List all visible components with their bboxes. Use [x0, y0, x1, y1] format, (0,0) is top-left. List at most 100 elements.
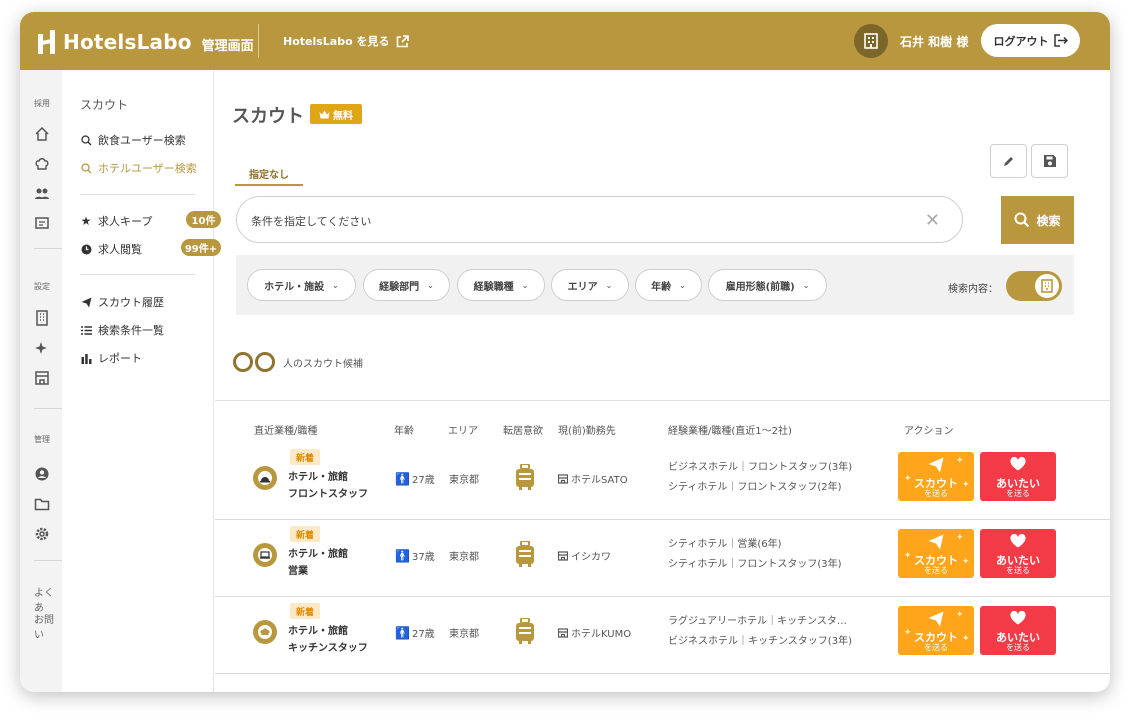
pencil-icon	[1004, 156, 1013, 166]
send-aitai-button[interactable]: あいたい を送る	[980, 606, 1056, 655]
send-aitai-button[interactable]: あいたい を送る	[980, 452, 1056, 501]
message-icon[interactable]	[34, 216, 50, 232]
count-digit-placeholder	[255, 352, 275, 372]
industry-label: ホテル・旅館	[288, 472, 348, 483]
search-content-toggle[interactable]	[1006, 271, 1062, 301]
nav-saved-searches[interactable]: 検索条件一覧	[80, 322, 164, 338]
search-icon	[80, 134, 92, 146]
experience-line: シティホテル｜フロントスタッフ(3年)	[668, 559, 842, 570]
column-header-age: 年齢	[394, 426, 414, 437]
role-label: フロントスタッフ	[288, 489, 368, 500]
store-icon[interactable]	[34, 370, 50, 386]
nav-job-views[interactable]: 求人閲覧	[80, 241, 142, 257]
filter-employment-type[interactable]: 雇用形態(前職) ⌄	[708, 269, 827, 301]
home-icon[interactable]	[34, 126, 50, 142]
role-label: キッチンスタッフ	[288, 643, 368, 654]
send-scout-button[interactable]: ✦ ✦ ✦ スカウト を送る	[898, 606, 974, 655]
experience: ビジネスホテル｜フロントスタッフ(3年) シティホテル｜フロントスタッフ(2年)	[668, 458, 852, 498]
laptop-icon	[253, 543, 277, 567]
aitai-sub-label: を送る	[1006, 566, 1030, 575]
shop-icon	[558, 473, 568, 484]
filter-job-type[interactable]: 経験職種 ⌄	[457, 269, 545, 301]
search-input[interactable]: 条件を指定してください ✕	[236, 196, 963, 243]
user-name: 石井 和樹 様	[900, 35, 969, 49]
rail-contact[interactable]: お問い	[34, 611, 62, 641]
filter-area[interactable]: エリア ⌄	[551, 269, 629, 301]
page-title: スカウト	[232, 106, 304, 127]
nav-job-keep[interactable]: ★ 求人キープ	[80, 213, 153, 229]
filter-age[interactable]: 年齢 ⌄	[635, 269, 702, 301]
users-icon[interactable]	[34, 186, 50, 202]
scout-sub-label: を送る	[924, 566, 948, 575]
building-icon	[1041, 279, 1053, 293]
nav-scout-history[interactable]: スカウト履歴	[80, 294, 164, 310]
company-avatar[interactable]	[854, 24, 888, 58]
column-header-workplace: 現(前)勤務先	[558, 426, 616, 437]
filter-label: 経験職種	[473, 281, 514, 293]
rail-section-settings: 設定	[34, 282, 50, 291]
chef-hat-icon[interactable]	[34, 156, 50, 172]
send-scout-button[interactable]: ✦ ✦ ✦ スカウト を送る	[898, 452, 974, 501]
filter-panel: ホテル・施設 ⌄ 経験部門 ⌄ 経験職種 ⌄ エリア ⌄ 年齢 ⌄ 雇用形態(前職) ⌄ 検…	[236, 255, 1074, 315]
view-site-link[interactable]: HotelsLabo を見る	[283, 33, 409, 49]
front-desk-bell-icon	[253, 466, 277, 490]
nav-search-food-users[interactable]: 飲食ユーザー検索	[80, 132, 186, 148]
rail-faq[interactable]: よくあ	[34, 584, 62, 614]
edit-button[interactable]	[990, 144, 1027, 178]
search-button[interactable]: 検索	[1001, 196, 1074, 244]
chevron-down-icon: ⌄	[332, 280, 339, 290]
top-bar: HotelsLabo 管理画面 HotelsLabo を見る 石井 和樹 様 ロ…	[20, 12, 1110, 70]
send-scout-button[interactable]: ✦ ✦ ✦ スカウト を送る	[898, 529, 974, 578]
recent-industry: ホテル・旅館 営業	[288, 546, 348, 580]
area: 東京都	[449, 475, 479, 486]
account-icon[interactable]	[34, 466, 50, 482]
send-aitai-button[interactable]: あいたい を送る	[980, 529, 1056, 578]
subnav-title: スカウト	[80, 98, 129, 112]
paper-plane-icon	[928, 534, 944, 550]
filter-hotel-facility[interactable]: ホテル・施設 ⌄	[247, 269, 356, 301]
filter-label: ホテル・施設	[264, 281, 325, 293]
nav-report[interactable]: レポート	[80, 350, 142, 366]
toggle-knob	[1035, 274, 1059, 298]
candidate-count-label: 人のスカウト候補	[283, 358, 363, 370]
age: 🚹 27歳	[395, 471, 435, 487]
person-icon: 🚹	[395, 548, 410, 563]
search-icon	[1014, 212, 1030, 228]
nav-label: 求人閲覧	[98, 243, 142, 256]
workplace: ホテルKUMO	[558, 625, 631, 640]
floppy-disk-icon	[1043, 155, 1056, 167]
age-value: 27歳	[411, 629, 435, 640]
age: 🚹 37歳	[395, 548, 435, 564]
heart-icon	[1010, 534, 1026, 548]
column-header-recent-industry: 直近業種/職種	[254, 426, 318, 437]
column-header-area: エリア	[448, 426, 478, 437]
chevron-down-icon: ⌄	[521, 280, 529, 290]
filter-department[interactable]: 経験部門 ⌄	[363, 269, 450, 301]
bar-chart-icon	[80, 352, 92, 364]
area: 東京都	[449, 629, 479, 640]
clear-icon[interactable]: ✕	[925, 210, 940, 231]
nav-search-hotel-users[interactable]: ホテルユーザー検索	[80, 160, 197, 176]
save-button[interactable]	[1031, 144, 1068, 178]
logout-button[interactable]: ログアウト	[981, 24, 1080, 57]
logo[interactable]: HotelsLabo 管理画面	[38, 29, 254, 54]
table-row[interactable]: 新着 ホテル・旅館 キッチンスタッフ 🚹 27歳 東京都 ホテルKUMO ラグジュア…	[215, 597, 1110, 674]
building-settings-icon[interactable]	[34, 310, 50, 326]
aitai-sub-label: を送る	[1006, 489, 1030, 498]
star-icon: ★	[80, 214, 92, 228]
experience-line: ビジネスホテル｜キッチンスタッフ(3年)	[668, 636, 852, 647]
scout-sub-label: を送る	[924, 643, 948, 652]
rail-divider	[34, 408, 62, 409]
rail-section-recruit: 採用	[34, 99, 50, 108]
industry-label: ホテル・旅館	[288, 549, 348, 560]
tab-unspecified[interactable]: 指定なし	[235, 162, 303, 186]
person-icon: 🚹	[395, 625, 410, 640]
paper-plane-icon	[928, 611, 944, 627]
folder-icon[interactable]	[34, 496, 50, 512]
gear-icon[interactable]	[34, 526, 50, 542]
sparkle-icon[interactable]	[34, 340, 50, 356]
table-row[interactable]: 新着 ホテル・旅館 フロントスタッフ 🚹 27歳 東京都 ホテルSATO ビジネスホ…	[215, 443, 1110, 520]
brand-subtitle: 管理画面	[201, 39, 254, 54]
table-row[interactable]: 新着 ホテル・旅館 営業 🚹 37歳 東京都 イシカワ シティホテル｜営業(6年) シ…	[215, 520, 1110, 597]
chevron-down-icon: ⌄	[427, 280, 434, 290]
